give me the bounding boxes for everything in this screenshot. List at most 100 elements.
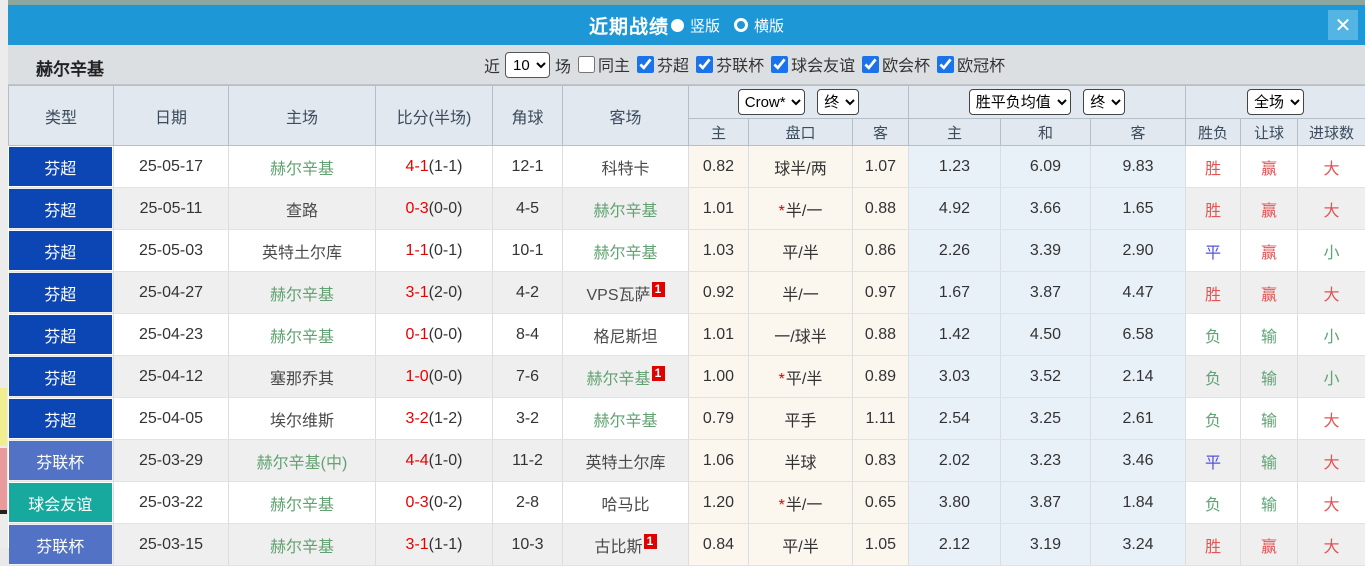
handicap-cell: 半球	[749, 440, 853, 482]
competition-badge: 芬超	[9, 147, 113, 186]
team-name: 塞那乔其	[270, 371, 334, 388]
filter-checkbox-欧会杯[interactable]: 欧会杯	[862, 52, 930, 76]
avg-home-odds-cell: 1.42	[909, 314, 1001, 356]
sub-col-avg-home: 主	[909, 119, 1001, 146]
handicap-cell: 平手	[749, 398, 853, 440]
goals-result-cell: 大	[1298, 146, 1365, 188]
half-time-score: (0-2)	[429, 494, 463, 511]
filter-checkbox-球会友谊[interactable]: 球会友谊	[771, 52, 855, 76]
sub-col-avg-away: 客	[1091, 119, 1186, 146]
team-name: 赫尔辛基	[270, 539, 334, 556]
half-time-score: (1-1)	[429, 536, 463, 553]
outcome-cell: 平	[1186, 440, 1241, 482]
filter-controls: 近 10 场 同主芬超芬联杯球会友谊欧会杯欧冠杯	[484, 45, 1005, 85]
competition-type-cell: 芬超	[9, 356, 114, 398]
competition-type-cell: 芬超	[9, 272, 114, 314]
radio-label-vertical[interactable]: 竖版	[690, 15, 720, 36]
avg-away-odds-cell: 1.65	[1091, 188, 1186, 230]
close-icon[interactable]: ✕	[1328, 10, 1358, 40]
avg-odds-state-select[interactable]: 终	[1083, 89, 1125, 115]
checkbox-input[interactable]	[771, 56, 788, 73]
crow-away-odds-cell: 0.65	[853, 482, 909, 524]
team-name-heading: 赫尔辛基	[36, 55, 104, 80]
radio-selected-icon[interactable]	[671, 19, 684, 32]
competition-type-cell: 球会友谊	[9, 482, 114, 524]
crow-home-odds-cell: 1.01	[689, 188, 749, 230]
radio-label-horizontal[interactable]: 横版	[754, 15, 784, 36]
score-cell: 3-1(2-0)	[376, 272, 493, 314]
avg-draw-odds-cell: 3.87	[1001, 272, 1091, 314]
competition-badge: 芬超	[9, 315, 113, 354]
checkbox-input[interactable]	[637, 56, 654, 73]
team-name: 赫尔辛基	[270, 287, 334, 304]
outcome-cell: 负	[1186, 482, 1241, 524]
crow-away-odds-cell: 0.88	[853, 314, 909, 356]
full-time-score: 4-1	[406, 158, 429, 175]
team-name: 格尼斯坦	[593, 329, 657, 346]
scope-group: 全场	[1186, 86, 1365, 119]
competition-type-cell: 芬联杯	[9, 440, 114, 482]
scope-select[interactable]: 全场	[1247, 89, 1304, 115]
avg-home-odds-cell: 1.67	[909, 272, 1001, 314]
competition-type-cell: 芬超	[9, 188, 114, 230]
col-header-home: 主场	[229, 86, 376, 146]
avg-odds-select[interactable]: 胜平负均值	[969, 89, 1071, 115]
handicap-result-cell: 赢	[1241, 188, 1298, 230]
checkbox-input[interactable]	[696, 56, 713, 73]
competition-type-cell: 芬超	[9, 230, 114, 272]
handicap-result-cell: 赢	[1241, 146, 1298, 188]
competition-badge: 芬超	[9, 231, 113, 270]
col-header-date: 日期	[114, 86, 229, 146]
crow-away-odds-cell: 1.05	[853, 524, 909, 566]
col-header-away: 客场	[563, 86, 689, 146]
team-name: VPS瓦萨	[586, 287, 650, 304]
crow-away-odds-cell: 0.97	[853, 272, 909, 314]
checkbox-input[interactable]	[578, 56, 595, 73]
competition-badge: 芬超	[9, 273, 113, 312]
outcome-cell: 胜	[1186, 272, 1241, 314]
recent-count-select[interactable]: 10	[505, 52, 550, 78]
filter-checkbox-芬联杯[interactable]: 芬联杯	[696, 52, 764, 76]
checkbox-label: 芬超	[657, 52, 689, 76]
away-team-cell: 赫尔辛基	[563, 398, 689, 440]
match-date-cell: 25-05-17	[114, 146, 229, 188]
avg-away-odds-cell: 4.47	[1091, 272, 1186, 314]
goals-result-cell: 大	[1298, 398, 1365, 440]
red-card-badge: 1	[652, 282, 665, 297]
handicap-result-cell: 赢	[1241, 230, 1298, 272]
checkbox-input[interactable]	[937, 56, 954, 73]
match-row: 芬超25-05-03英特土尔库1-1(0-1)10-1赫尔辛基1.03平/半0.…	[9, 230, 1365, 272]
home-team-cell: 赫尔辛基	[229, 314, 376, 356]
recent-label: 近	[484, 53, 500, 77]
avg-draw-odds-cell: 6.09	[1001, 146, 1091, 188]
match-row: 球会友谊25-03-22赫尔辛基0-3(0-2)2-8哈马比1.20*半/一0.…	[9, 482, 1365, 524]
radio-unselected-icon[interactable]	[734, 18, 748, 32]
half-time-score: (0-0)	[429, 326, 463, 343]
handicap-cell: *半/一	[749, 188, 853, 230]
odds-company-state-select[interactable]: 终	[817, 89, 859, 115]
filter-checkbox-欧冠杯[interactable]: 欧冠杯	[937, 52, 1005, 76]
filter-checkbox-芬超[interactable]: 芬超	[637, 52, 689, 76]
corners-cell: 7-6	[493, 356, 563, 398]
checkbox-input[interactable]	[862, 56, 879, 73]
crow-away-odds-cell: 0.86	[853, 230, 909, 272]
corners-cell: 11-2	[493, 440, 563, 482]
home-team-cell: 英特土尔库	[229, 230, 376, 272]
odds-company-select[interactable]: Crow*	[738, 89, 805, 115]
handicap-change-star: *	[779, 497, 785, 514]
away-team-cell: 格尼斯坦	[563, 314, 689, 356]
full-time-score: 4-4	[406, 452, 429, 469]
avg-away-odds-cell: 2.61	[1091, 398, 1186, 440]
match-row: 芬联杯25-03-15赫尔辛基3-1(1-1)10-3古比斯10.84平/半1.…	[9, 524, 1365, 566]
away-team-cell: 科特卡	[563, 146, 689, 188]
col-header-type: 类型	[9, 86, 114, 146]
avg-draw-odds-cell: 3.87	[1001, 482, 1091, 524]
match-date-cell: 25-03-15	[114, 524, 229, 566]
team-name: 赫尔辛基(中)	[257, 455, 348, 472]
match-row: 芬联杯25-03-29赫尔辛基(中)4-4(1-0)11-2英特土尔库1.06半…	[9, 440, 1365, 482]
team-name: 古比斯	[594, 539, 642, 556]
half-time-score: (0-1)	[429, 242, 463, 259]
avg-home-odds-cell: 3.03	[909, 356, 1001, 398]
match-date-cell: 25-04-05	[114, 398, 229, 440]
filter-checkbox-同主[interactable]: 同主	[578, 52, 630, 76]
